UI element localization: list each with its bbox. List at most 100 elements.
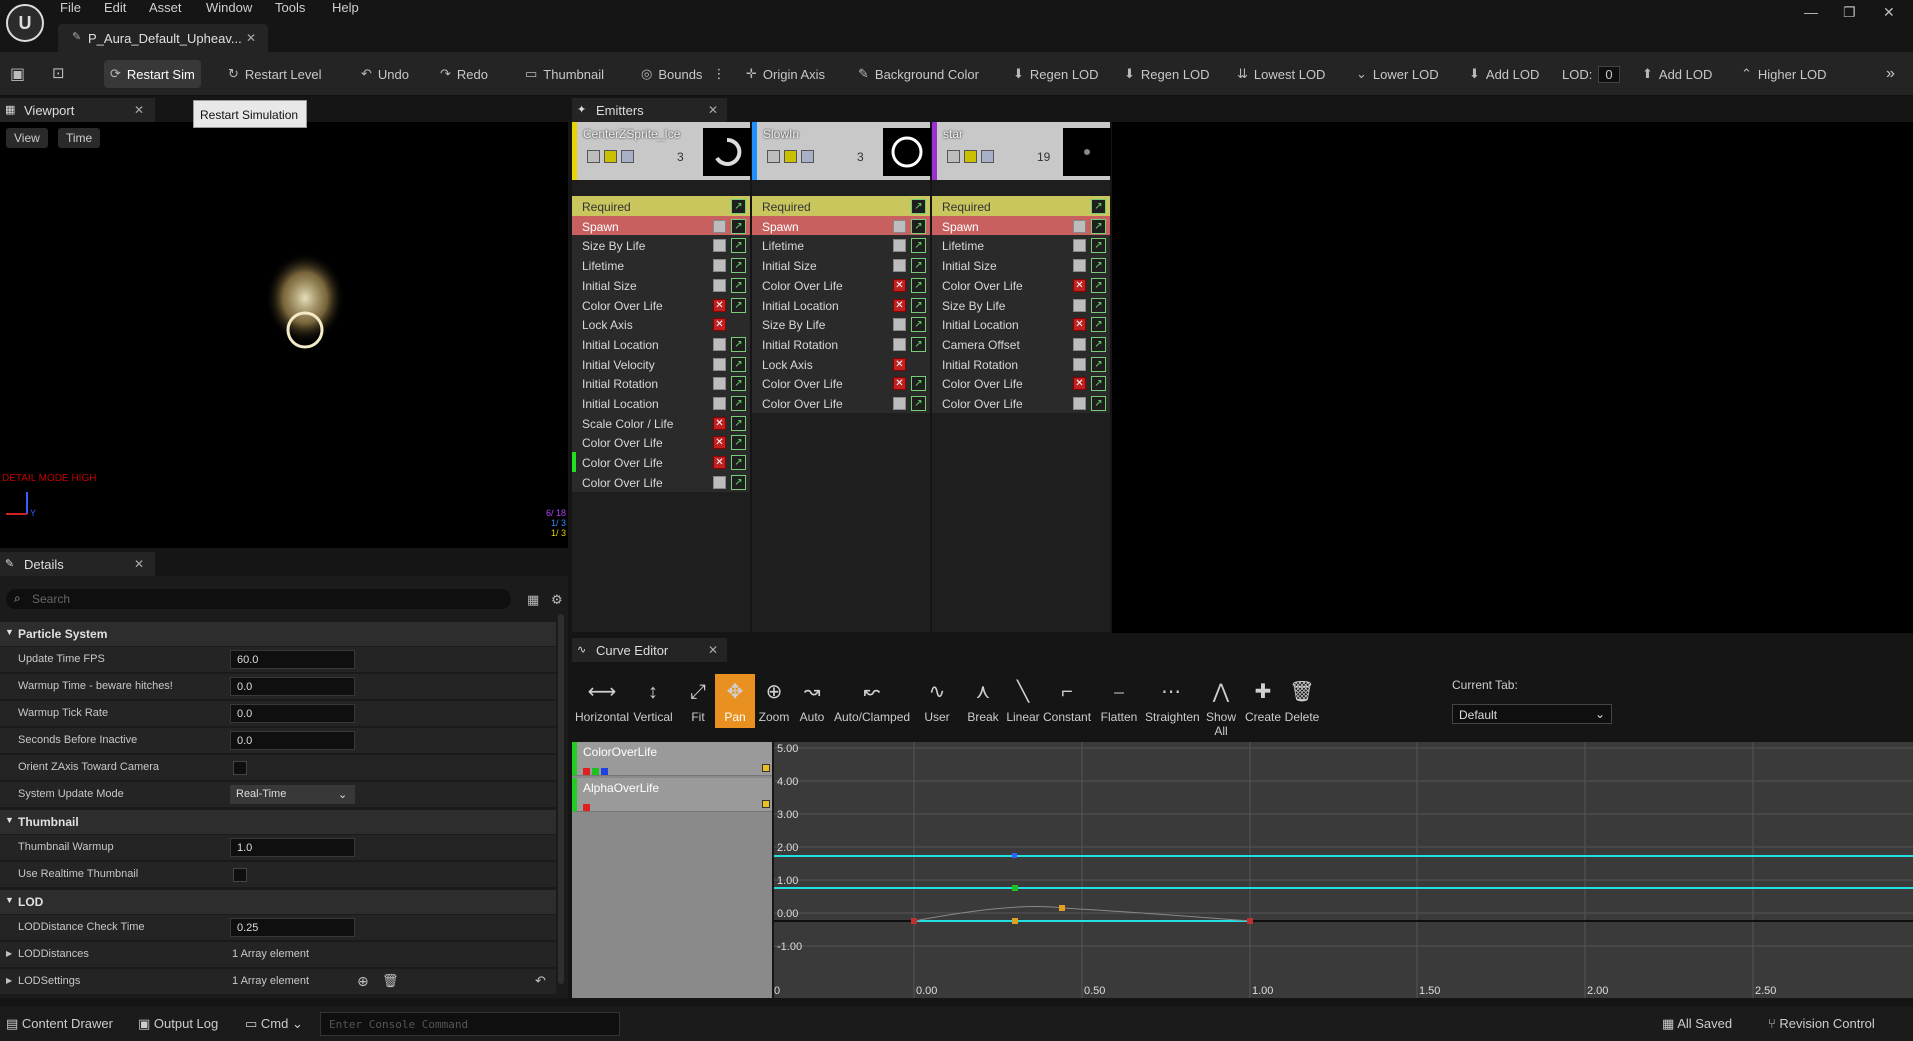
channel-blue[interactable]: [601, 768, 608, 775]
module-row[interactable]: Color Over Life ↗: [932, 393, 1110, 415]
warmup-time-input[interactable]: 0.0: [230, 677, 355, 696]
module-enable-checkbox[interactable]: [713, 219, 726, 233]
module-enable-checkbox[interactable]: ✕: [893, 357, 906, 371]
curve-graph-icon[interactable]: ↗: [731, 297, 746, 313]
straighten-button[interactable]: ⋯ Straighten: [1145, 674, 1200, 728]
toolbar-overflow-icon[interactable]: »: [1880, 60, 1901, 88]
module-row[interactable]: Initial Location ↗: [572, 393, 750, 415]
curve-graph[interactable]: 5.00 4.00 3.00 2.00 1.00 0.00 -1.00 0 0.…: [774, 742, 1913, 998]
module-enable-checkbox[interactable]: [1073, 397, 1086, 410]
pan-button[interactable]: ✥ Pan: [715, 674, 755, 728]
curve-graph-icon[interactable]: ↗: [911, 297, 926, 313]
module-row[interactable]: Color Over Life ✕ ↗: [932, 373, 1110, 396]
curve-graph-icon[interactable]: ↗: [1091, 238, 1106, 254]
module-enable-checkbox[interactable]: [893, 259, 906, 273]
browse-icon[interactable]: ⊡: [52, 64, 65, 82]
channel-red[interactable]: [583, 768, 590, 775]
curve-key[interactable]: [1012, 853, 1017, 858]
module-row[interactable]: Color Over Life ✕ ↗: [752, 274, 930, 297]
document-tab[interactable]: ✎ P_Aura_Default_Upheav... ✕: [58, 24, 268, 52]
menu-window[interactable]: Window: [206, 0, 252, 18]
view-button[interactable]: View: [6, 128, 48, 148]
section-thumbnail[interactable]: ▼ Thumbnail: [0, 810, 556, 834]
menu-help[interactable]: Help: [332, 0, 359, 18]
background-color-button[interactable]: ✎ Background Color: [852, 60, 985, 88]
module-row[interactable]: Initial Rotation ↗: [572, 373, 750, 396]
curve-graph-icon[interactable]: ↗: [911, 218, 926, 234]
module-enable-checkbox[interactable]: [1073, 298, 1086, 312]
close-window-button[interactable]: ✕: [1883, 4, 1895, 21]
curve-graph-icon[interactable]: ↗: [731, 435, 746, 451]
module-enable-checkbox[interactable]: ✕: [713, 456, 726, 470]
details-tab[interactable]: ✎ Details ✕: [0, 552, 155, 576]
emitter-column[interactable]: CenterZSprite_Ice 3 Required ↗ Spawn ↗ Size By…: [572, 122, 751, 632]
module-enable-checkbox[interactable]: [713, 239, 726, 253]
module-row[interactable]: Initial Size ↗: [572, 274, 750, 297]
module-enable-checkbox[interactable]: ✕: [1073, 278, 1086, 292]
module-row[interactable]: Lifetime ↗: [572, 255, 750, 278]
save-icon[interactable]: ▣: [10, 64, 25, 84]
settings-gear-icon[interactable]: ⚙: [551, 592, 563, 608]
curve-graph-icon[interactable]: ↗: [911, 199, 926, 214]
module-row[interactable]: Color Over Life ↗: [572, 471, 750, 494]
prop-lod-distances[interactable]: ▶ LODDistances 1 Array element: [0, 942, 556, 968]
module-enable-checkbox[interactable]: [713, 357, 726, 371]
warmup-tick-input[interactable]: 0.0: [230, 704, 355, 723]
output-log-button[interactable]: ▣ Output Log: [138, 1016, 218, 1032]
create-button[interactable]: ✚ Create: [1244, 674, 1282, 728]
restore-button[interactable]: ❐: [1843, 4, 1856, 21]
module-enable-checkbox[interactable]: [893, 397, 906, 410]
thumb-warmup-input[interactable]: 1.0: [230, 838, 355, 857]
menu-asset[interactable]: Asset: [149, 0, 182, 18]
prop-lod-settings[interactable]: ▶ LODSettings 1 Array element ⊕ 🗑 ↶: [0, 969, 556, 995]
emitter-header[interactable]: CenterZSprite_Ice 3: [572, 122, 751, 180]
bounds-button[interactable]: ◎ Bounds ⋮: [635, 60, 731, 88]
module-row[interactable]: Required ↗: [752, 196, 930, 218]
module-enable-checkbox[interactable]: [893, 318, 906, 332]
module-enable-checkbox[interactable]: [713, 397, 726, 410]
module-enable-checkbox[interactable]: [713, 377, 726, 391]
current-tab-select[interactable]: Default ⌄: [1452, 704, 1612, 724]
unreal-logo-icon[interactable]: U: [6, 4, 44, 42]
module-row[interactable]: Initial Location ✕ ↗: [752, 294, 930, 317]
add-element-icon[interactable]: ⊕: [357, 973, 369, 990]
curve-graph-icon[interactable]: ↗: [731, 415, 746, 431]
constant-button[interactable]: ⌐ Constant: [1043, 674, 1091, 728]
bounds-options-icon[interactable]: ⋮: [712, 66, 725, 82]
curve-graph-icon[interactable]: ↗: [911, 396, 926, 411]
emitters-empty-area[interactable]: [1112, 122, 1913, 633]
details-search-input[interactable]: ⌕ Search: [6, 589, 511, 609]
thumbnail-button[interactable]: ▭ Thumbnail: [519, 60, 610, 88]
revision-control-button[interactable]: ⑂ Revision Control: [1768, 1016, 1875, 1031]
all-saved-button[interactable]: ▦ All Saved: [1662, 1016, 1732, 1032]
module-row[interactable]: Lock Axis ✕: [572, 314, 750, 337]
close-icon[interactable]: ✕: [708, 643, 718, 657]
module-enable-checkbox[interactable]: [893, 219, 906, 233]
module-enable-checkbox[interactable]: ✕: [713, 318, 726, 332]
menu-tools[interactable]: Tools: [275, 0, 305, 18]
lod-check-input[interactable]: 0.25: [230, 918, 355, 937]
curve-graph-icon[interactable]: ↗: [1091, 376, 1106, 392]
module-enable-checkbox[interactable]: [1073, 337, 1086, 351]
enable-checkbox-icon[interactable]: [947, 150, 960, 163]
fit-button[interactable]: ⤢ Fit: [679, 674, 717, 728]
curve-graph-icon[interactable]: ↗: [911, 317, 926, 333]
channel-red[interactable]: [583, 804, 590, 811]
console-input[interactable]: Enter Console Command: [320, 1012, 620, 1036]
emitter-column[interactable]: star 19 Required ↗ Spawn ↗ Lifetime ↗ Initial Si…: [932, 122, 1111, 632]
cmd-dropdown[interactable]: ▭ Cmd ⌄: [245, 1016, 303, 1032]
add-lod-button-2[interactable]: ⬆ Add LOD: [1636, 60, 1718, 88]
module-enable-checkbox[interactable]: ✕: [1073, 318, 1086, 332]
emitter-column[interactable]: SlowIn 3 Required ↗ Spawn ↗ Lifetime ↗ Initial S…: [752, 122, 931, 632]
curve-graph-icon[interactable]: ↗: [1091, 218, 1106, 234]
module-row[interactable]: Spawn ↗: [932, 215, 1110, 238]
module-enable-checkbox[interactable]: ✕: [1073, 377, 1086, 391]
undo-button[interactable]: ↶ Undo: [355, 60, 415, 88]
module-row[interactable]: Lifetime ↗: [752, 235, 930, 258]
curve-graph-icon[interactable]: ↗: [1091, 336, 1106, 352]
menu-edit[interactable]: Edit: [104, 0, 126, 18]
curve-graph-icon[interactable]: ↗: [1091, 317, 1106, 333]
module-row[interactable]: Size By Life ↗: [572, 235, 750, 258]
show-all-button[interactable]: ⋀ Show All: [1199, 674, 1243, 738]
module-row[interactable]: Color Over Life ↗: [752, 393, 930, 415]
